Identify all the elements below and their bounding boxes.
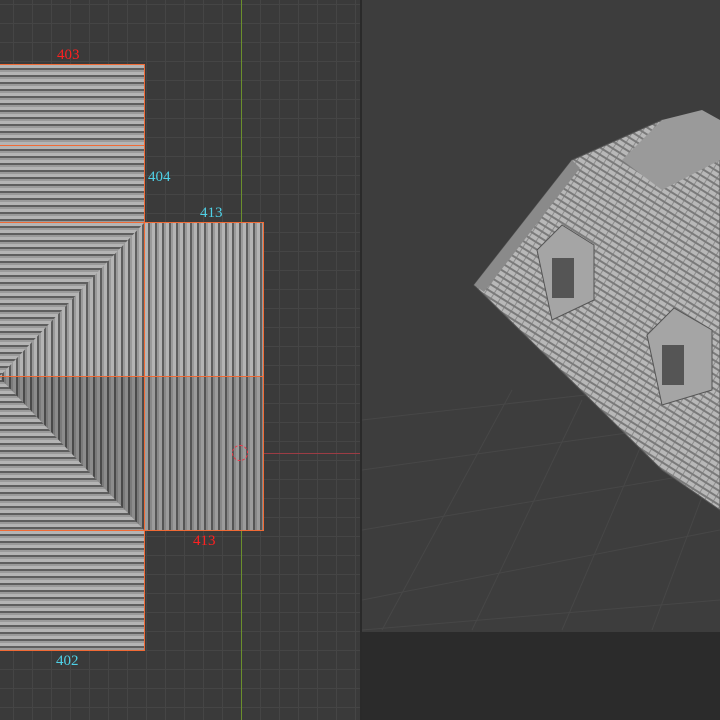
x-axis-line bbox=[255, 453, 360, 454]
roof-panel-403[interactable] bbox=[0, 64, 145, 146]
label-413-bottom: 413 bbox=[193, 533, 216, 549]
top-ortho-viewport[interactable]: 403 404 413 413 402 bbox=[0, 0, 360, 720]
viewport-footer bbox=[362, 632, 720, 720]
roof-panel-413-upper[interactable] bbox=[144, 222, 264, 378]
label-404: 404 bbox=[148, 169, 171, 185]
roof-hip-panel-lower[interactable] bbox=[0, 376, 145, 531]
3d-cursor-icon[interactable] bbox=[232, 445, 248, 461]
perspective-viewport[interactable] bbox=[362, 0, 720, 720]
label-403: 403 bbox=[57, 47, 80, 63]
perspective-scene bbox=[362, 110, 720, 720]
roof-panel-402[interactable] bbox=[0, 530, 145, 651]
roof-panel-404[interactable] bbox=[0, 145, 145, 223]
label-402: 402 bbox=[56, 653, 79, 669]
roof-hip-panel-upper[interactable] bbox=[0, 222, 145, 378]
label-413-top: 413 bbox=[200, 205, 223, 221]
